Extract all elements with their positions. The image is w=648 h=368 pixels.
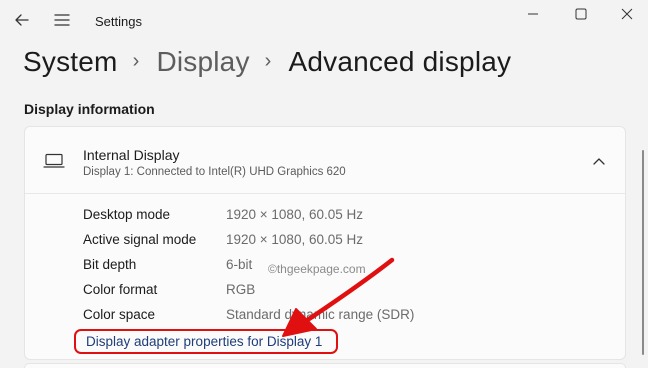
property-value: RGB	[226, 282, 256, 297]
section-title: Display information	[24, 101, 155, 117]
hamburger-menu-icon[interactable]	[52, 11, 72, 29]
breadcrumb: System › Display › Advanced display	[23, 40, 511, 84]
property-label: Bit depth	[83, 257, 137, 272]
close-icon[interactable]	[612, 4, 642, 24]
title-bar: Settings	[0, 0, 648, 40]
display-name: Internal Display	[83, 147, 180, 163]
laptop-icon	[43, 153, 65, 168]
next-card	[24, 363, 626, 368]
watermark: ©thgeekpage.com	[268, 262, 366, 276]
display-card-header[interactable]: Internal Display Display 1: Connected to…	[25, 127, 625, 194]
breadcrumb-separator: ›	[264, 49, 272, 72]
property-value: 6-bit	[226, 257, 253, 272]
maximize-icon[interactable]	[566, 4, 596, 24]
minimize-icon[interactable]	[518, 4, 548, 24]
property-value: 1920 × 1080, 60.05 Hz	[226, 232, 363, 247]
adapter-link-label[interactable]: Display adapter properties for Display 1	[86, 334, 322, 349]
breadcrumb-system[interactable]: System	[23, 46, 118, 78]
chevron-up-icon[interactable]	[592, 156, 606, 166]
property-label: Desktop mode	[83, 207, 171, 222]
property-label: Active signal mode	[83, 232, 197, 247]
back-arrow-icon[interactable]	[11, 10, 33, 30]
property-label: Color format	[83, 282, 158, 297]
window-title: Settings	[95, 14, 142, 29]
display-info-card: Internal Display Display 1: Connected to…	[24, 126, 626, 360]
display-adapter-properties-link[interactable]: Display adapter properties for Display 1	[74, 329, 338, 354]
scrollbar[interactable]	[642, 150, 644, 355]
property-value: 1920 × 1080, 60.05 Hz	[226, 207, 363, 222]
property-label: Color space	[83, 307, 156, 322]
display-connection: Display 1: Connected to Intel(R) UHD Gra…	[83, 166, 346, 178]
breadcrumb-separator: ›	[132, 49, 140, 72]
property-value: Standard dynamic range (SDR)	[226, 307, 415, 322]
breadcrumb-display[interactable]: Display	[156, 46, 249, 78]
page-title: Advanced display	[288, 46, 512, 77]
